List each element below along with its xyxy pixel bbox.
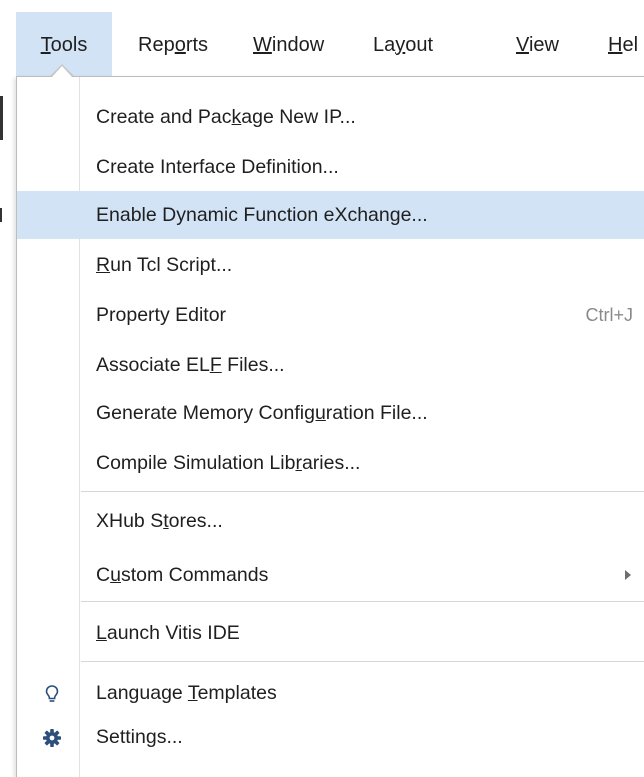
menu-item-label: Associate ELF Files... — [96, 354, 285, 376]
menu-layout-mnemonic: y — [395, 34, 406, 56]
menu-window-label-post: indow — [271, 34, 325, 56]
gear-icon — [43, 729, 61, 747]
menu-item-property-editor[interactable]: Property Editor Ctrl+J — [17, 295, 644, 335]
menu-reports[interactable]: Reports — [138, 12, 208, 78]
menu-item-label: Launch Vitis IDE — [96, 622, 240, 644]
menu-item-create-interface-definition[interactable]: Create Interface Definition... — [17, 147, 644, 187]
menu-separator — [81, 601, 644, 602]
menu-item-label: Custom Commands — [96, 564, 269, 586]
menu-reports-mnemonic: o — [174, 34, 186, 56]
submenu-arrow-icon — [625, 570, 631, 580]
menu-item-settings[interactable]: Settings... — [17, 717, 644, 757]
menu-layout-label-pre: La — [373, 34, 396, 56]
menu-item-language-templates[interactable]: Language Templates — [17, 673, 644, 713]
shortcut-hint: Ctrl+J — [585, 305, 633, 325]
menu-item-label: Create Interface Definition... — [96, 156, 339, 178]
menu-help-label-post: el — [622, 34, 639, 56]
menu-item-label: Compile Simulation Libraries... — [96, 452, 361, 474]
menu-item-label: Property Editor — [96, 304, 227, 326]
menu-separator — [81, 661, 644, 662]
menu-window[interactable]: Window — [253, 12, 324, 78]
menu-item-generate-memory-config[interactable]: Generate Memory Configuration File... — [17, 393, 644, 433]
menu-item-compile-sim-libraries[interactable]: Compile Simulation Libraries... — [17, 443, 644, 483]
menu-separator — [81, 491, 644, 492]
menu-tools-label-post: ools — [50, 34, 88, 56]
menu-view[interactable]: View — [516, 12, 559, 78]
background-window-edge — [0, 208, 2, 222]
menu-item-label: XHub Stores... — [96, 510, 223, 532]
lightbulb-icon — [45, 685, 59, 702]
menu-item-label: Language Templates — [96, 682, 277, 704]
menu-pointer-notch-fill — [52, 66, 72, 77]
menu-item-label: Run Tcl Script... — [96, 254, 233, 276]
menu-item-xhub-stores[interactable]: XHub Stores... — [17, 501, 644, 541]
menu-tools-mnemonic: T — [40, 34, 51, 56]
menu-view-mnemonic: V — [516, 34, 529, 56]
menu-layout[interactable]: Layout — [373, 12, 433, 78]
background-window-edge — [0, 96, 3, 140]
menu-item-associate-elf[interactable]: Associate ELF Files... — [17, 345, 644, 385]
menu-item-custom-commands[interactable]: Custom Commands — [17, 555, 644, 595]
menu-help-mnemonic: H — [608, 34, 623, 56]
menu-item-create-package-ip[interactable]: Create and Package New IP... — [17, 97, 644, 137]
menu-help[interactable]: Hel — [608, 12, 638, 78]
menu-item-label: Generate Memory Configuration File... — [96, 402, 428, 424]
menu-item-launch-vitis-ide[interactable]: Launch Vitis IDE — [17, 613, 644, 653]
menu-reports-label-post: rts — [185, 34, 209, 56]
tools-dropdown-menu: Create and Package New IP... Create Inte… — [16, 76, 644, 777]
menu-item-run-tcl-script[interactable]: Run Tcl Script... — [17, 245, 644, 285]
menu-item-label: Settings... — [96, 726, 183, 748]
menu-window-mnemonic: W — [253, 34, 272, 56]
menu-item-label: Enable Dynamic Function eXchange... — [96, 204, 428, 226]
menu-reports-label-pre: Rep — [138, 34, 175, 56]
menu-item-enable-dfx[interactable]: Enable Dynamic Function eXchange... — [17, 191, 644, 239]
menu-view-label-post: iew — [528, 34, 559, 56]
menu-item-label: Create and Package New IP... — [96, 106, 356, 128]
menu-layout-label-post: out — [405, 34, 434, 56]
